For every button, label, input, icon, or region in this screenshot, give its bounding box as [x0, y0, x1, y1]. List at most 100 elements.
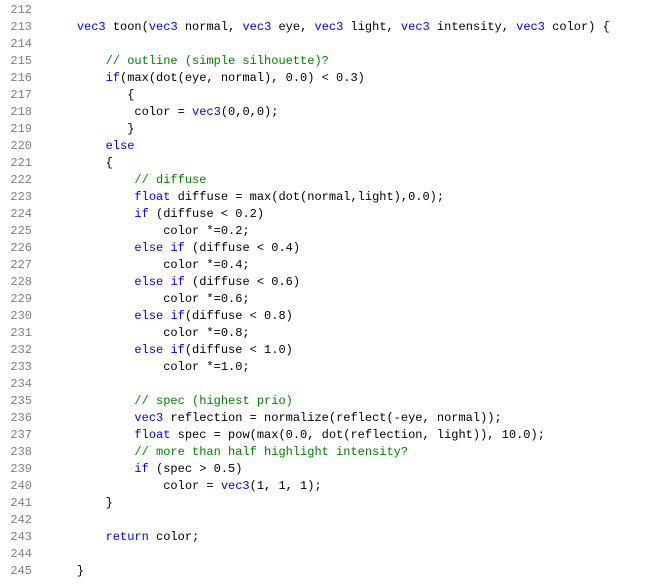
line-number: 222 — [4, 172, 32, 189]
code-line: } — [48, 121, 610, 138]
code-line: // more than half highlight intensity? — [48, 444, 610, 461]
code-token: (0,0,0); — [221, 105, 279, 119]
code-token: { — [48, 88, 134, 102]
code-token — [48, 462, 134, 476]
code-token: else — [134, 241, 163, 255]
code-token: // more than half highlight intensity? — [134, 445, 408, 459]
line-number: 220 — [4, 138, 32, 155]
code-token: (1, 1, 1); — [250, 479, 322, 493]
code-line: // diffuse — [48, 172, 610, 189]
line-number: 236 — [4, 410, 32, 427]
line-number: 239 — [4, 461, 32, 478]
line-number: 234 — [4, 376, 32, 393]
code-token — [48, 343, 134, 357]
code-token — [48, 54, 106, 68]
code-token: else — [134, 309, 163, 323]
code-line: if(max(dot(eye, normal), 0.0) < 0.3) — [48, 70, 610, 87]
line-number: 231 — [4, 325, 32, 342]
line-number: 226 — [4, 240, 32, 257]
code-token: if — [170, 275, 184, 289]
code-token — [48, 394, 134, 408]
line-number: 241 — [4, 495, 32, 512]
line-number: 225 — [4, 223, 32, 240]
code-token: if — [134, 207, 148, 221]
code-token: { — [48, 156, 113, 170]
code-line: vec3 reflection = normalize(reflect(-eye… — [48, 410, 610, 427]
line-number: 228 — [4, 274, 32, 291]
code-token: toon( — [106, 20, 149, 34]
code-line: else if (diffuse < 0.4) — [48, 240, 610, 257]
line-number: 227 — [4, 257, 32, 274]
code-line — [48, 2, 610, 19]
line-number: 244 — [4, 546, 32, 563]
line-number: 245 — [4, 563, 32, 580]
code-token: vec3 — [134, 411, 163, 425]
code-token: vec3 — [149, 20, 178, 34]
line-number: 217 — [4, 87, 32, 104]
code-line: color *=1.0; — [48, 359, 610, 376]
code-token: } — [48, 122, 134, 136]
line-number: 223 — [4, 189, 32, 206]
code-line: color *=0.6; — [48, 291, 610, 308]
code-token: color *=0.6; — [48, 292, 250, 306]
code-token: vec3 — [401, 20, 430, 34]
code-line: float spec = pow(max(0.0, dot(reflection… — [48, 427, 610, 444]
code-token — [48, 445, 134, 459]
code-token: spec = pow(max(0.0, dot(reflection, ligh… — [170, 428, 544, 442]
code-token: vec3 — [192, 105, 221, 119]
code-token: if — [170, 343, 184, 357]
code-token: diffuse = max(dot(normal,light),0.0); — [170, 190, 444, 204]
line-number: 238 — [4, 444, 32, 461]
code-line: // spec (highest prio) — [48, 393, 610, 410]
code-token: // spec (highest prio) — [134, 394, 292, 408]
code-token: float — [134, 428, 170, 442]
line-number: 214 — [4, 36, 32, 53]
code-token: color) { — [545, 20, 610, 34]
code-line — [48, 36, 610, 53]
code-token: else — [106, 139, 135, 153]
code-token: color *=0.8; — [48, 326, 250, 340]
code-line: if (spec > 0.5) — [48, 461, 610, 478]
code-token: (diffuse < 1.0) — [185, 343, 293, 357]
code-token: (diffuse < 0.4) — [185, 241, 300, 255]
code-token: reflection = normalize(reflect(-eye, nor… — [163, 411, 501, 425]
line-number: 224 — [4, 206, 32, 223]
code-token: color *=0.4; — [48, 258, 250, 272]
line-number: 215 — [4, 53, 32, 70]
line-number: 212 — [4, 2, 32, 19]
line-number: 233 — [4, 359, 32, 376]
code-token: color = — [48, 105, 192, 119]
code-token: color = — [48, 479, 221, 493]
code-line: float diffuse = max(dot(normal,light),0.… — [48, 189, 610, 206]
code-line — [48, 376, 610, 393]
code-line: color = vec3(0,0,0); — [48, 104, 610, 121]
code-token — [48, 20, 77, 34]
code-token — [48, 71, 106, 85]
code-line: color *=0.4; — [48, 257, 610, 274]
line-number: 230 — [4, 308, 32, 325]
code-token: else — [134, 343, 163, 357]
line-number: 237 — [4, 427, 32, 444]
code-line — [48, 512, 610, 529]
code-token: vec3 — [242, 20, 271, 34]
line-number: 213 — [4, 19, 32, 36]
code-line: return color; — [48, 529, 610, 546]
code-token — [48, 241, 134, 255]
line-number: 221 — [4, 155, 32, 172]
code-token — [48, 190, 134, 204]
code-line: vec3 toon(vec3 normal, vec3 eye, vec3 li… — [48, 19, 610, 36]
code-token — [48, 139, 106, 153]
code-line: if (diffuse < 0.2) — [48, 206, 610, 223]
code-token: light, — [343, 20, 401, 34]
code-token: normal, — [178, 20, 243, 34]
code-token: (spec > 0.5) — [149, 462, 243, 476]
line-number: 218 — [4, 104, 32, 121]
code-line: color *=0.8; — [48, 325, 610, 342]
code-line: } — [48, 495, 610, 512]
code-token: vec3 — [315, 20, 344, 34]
code-token — [48, 530, 106, 544]
line-number: 216 — [4, 70, 32, 87]
code-token — [48, 173, 134, 187]
code-token: } — [48, 496, 113, 510]
code-area: vec3 toon(vec3 normal, vec3 eye, vec3 li… — [38, 0, 610, 582]
